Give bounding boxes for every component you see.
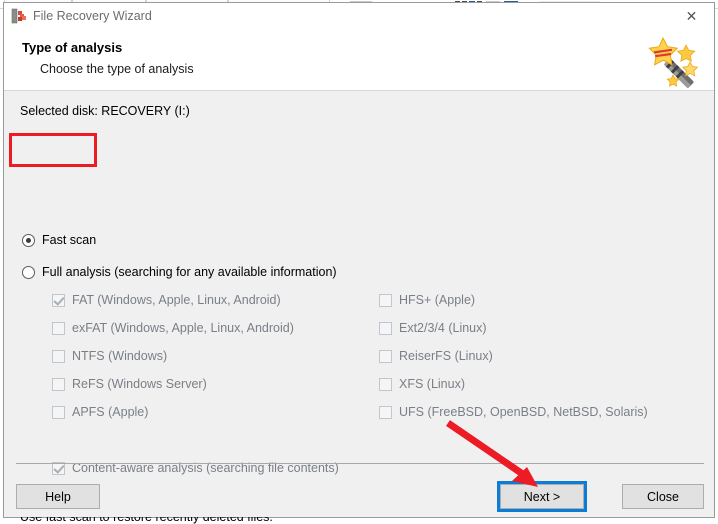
checkbox-icon — [379, 293, 392, 307]
window-title: File Recovery Wizard — [33, 9, 152, 23]
next-button[interactable]: Next > — [497, 481, 587, 512]
close-button[interactable]: Close — [622, 484, 704, 509]
wizard-body: Selected disk: RECOVERY (I:) Fast scan F… — [4, 91, 714, 524]
checkbox-icon — [379, 377, 392, 391]
checkbox-label: APFS (Apple) — [72, 405, 149, 419]
radio-full-analysis-label: Full analysis (searching for any availab… — [42, 265, 337, 279]
radio-full-analysis[interactable]: Full analysis (searching for any availab… — [22, 265, 337, 279]
checkbox-label: Ext2/3/4 (Linux) — [399, 321, 487, 335]
checkbox-icon — [379, 405, 392, 419]
checkbox-fat[interactable]: FAT (Windows, Apple, Linux, Android) — [52, 293, 281, 307]
checkbox-icon — [52, 321, 65, 335]
file-recovery-app-icon — [11, 8, 26, 24]
page-subtitle: Choose the type of analysis — [40, 62, 194, 76]
checkbox-label: ReFS (Windows Server) — [72, 377, 207, 391]
checkbox-exfat[interactable]: exFAT (Windows, Apple, Linux, Android) — [52, 321, 294, 335]
checkbox-label: HFS+ (Apple) — [399, 293, 476, 307]
file-recovery-wizard-dialog: File Recovery Wizard ✕ Type of analysis … — [3, 2, 715, 524]
checkbox-label: exFAT (Windows, Apple, Linux, Android) — [72, 321, 294, 335]
checkbox-apfs[interactable]: APFS (Apple) — [52, 405, 148, 419]
checkbox-ufs[interactable]: UFS (FreeBSD, OpenBSD, NetBSD, Solaris) — [379, 405, 648, 419]
checkbox-refs[interactable]: ReFS (Windows Server) — [52, 377, 207, 391]
checkbox-reiserfs[interactable]: ReiserFS (Linux) — [379, 349, 493, 363]
footer-divider — [16, 463, 704, 464]
checkbox-icon — [52, 377, 65, 391]
checkbox-icon — [52, 405, 65, 419]
checkbox-label: UFS (FreeBSD, OpenBSD, NetBSD, Solaris) — [399, 405, 648, 419]
dialog-footer: Help Next > Close — [4, 463, 714, 517]
checkbox-xfs[interactable]: XFS (Linux) — [379, 377, 465, 391]
checkbox-icon — [379, 349, 392, 363]
help-button[interactable]: Help — [16, 484, 100, 509]
checkbox-label: XFS (Linux) — [399, 377, 465, 391]
checkbox-icon — [52, 293, 65, 307]
magic-wand-icon — [648, 36, 699, 88]
title-bar: File Recovery Wizard ✕ — [4, 3, 714, 31]
radio-indicator-icon — [22, 233, 35, 247]
selected-disk-label: Selected disk: RECOVERY (I:) — [20, 104, 190, 118]
checkbox-label: FAT (Windows, Apple, Linux, Android) — [72, 293, 281, 307]
checkbox-icon — [379, 321, 392, 335]
radio-fast-scan[interactable]: Fast scan — [22, 233, 96, 247]
wizard-header: Type of analysis Choose the type of anal… — [4, 31, 714, 91]
checkbox-ntfs[interactable]: NTFS (Windows) — [52, 349, 167, 363]
close-icon[interactable]: ✕ — [669, 3, 714, 30]
radio-fast-scan-label: Fast scan — [42, 233, 97, 247]
radio-indicator-icon — [22, 265, 35, 279]
checkbox-hfsplus[interactable]: HFS+ (Apple) — [379, 293, 475, 307]
checkbox-label: NTFS (Windows) — [72, 349, 168, 363]
checkbox-label: ReiserFS (Linux) — [399, 349, 493, 363]
checkbox-icon — [52, 349, 65, 363]
checkbox-ext234[interactable]: Ext2/3/4 (Linux) — [379, 321, 487, 335]
page-title: Type of analysis — [22, 40, 123, 55]
